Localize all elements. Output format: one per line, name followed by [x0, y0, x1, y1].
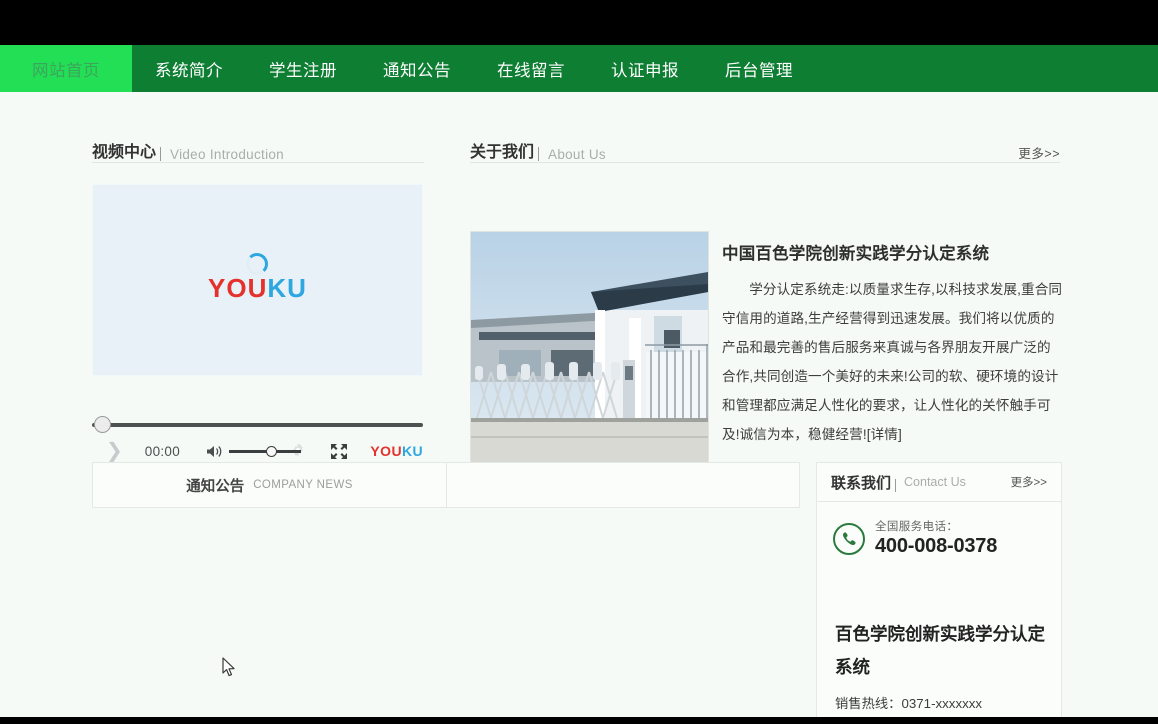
news-section: 通知公告 COMPANY NEWS [92, 462, 800, 508]
nav-item-online-message[interactable]: 在线留言 [474, 45, 588, 92]
fullscreen-icon[interactable] [330, 443, 348, 460]
about-photo [470, 231, 709, 465]
youku-logo-you: YOU [208, 273, 268, 303]
nav-item-label: 网站首页 [32, 61, 100, 80]
volume-icon[interactable] [206, 444, 223, 459]
nav-item-label: 学生注册 [269, 61, 337, 80]
video-section-header: 视频中心 Video Introduction [92, 132, 424, 163]
video-progress-bar[interactable] [92, 416, 423, 433]
youku-logo-ku: KU [267, 273, 307, 303]
youku-watermark: YOUKU [370, 443, 423, 459]
video-current-time: 00:00 [144, 443, 181, 459]
page-viewport: 网站首页 系统简介 学生注册 通知公告 在线留言 认证申报 后台管理 视频中心 … [0, 45, 1158, 717]
youku-watermark-ku: KU [401, 443, 423, 459]
volume-slider[interactable] [229, 444, 302, 458]
main-navigation: 网站首页 系统简介 学生注册 通知公告 在线留言 认证申报 后台管理 [0, 45, 1158, 92]
about-detail-link[interactable]: [详情] [867, 427, 902, 442]
nav-item-system-intro[interactable]: 系统简介 [132, 45, 246, 92]
video-section-title-cn: 视频中心 [92, 138, 162, 162]
news-tab-announcements[interactable]: 通知公告 COMPANY NEWS [93, 463, 447, 507]
play-icon[interactable]: ❯ [106, 441, 123, 461]
nav-item-label: 通知公告 [383, 61, 451, 80]
phone-icon [833, 523, 865, 555]
nav-item-certification-apply[interactable]: 认证申报 [588, 45, 702, 92]
loading-spinner-icon [245, 253, 268, 275]
contact-section: 联系我们 Contact Us 更多>> 全国服务电话： 400-008-037… [816, 462, 1062, 717]
hotline-label: 全国服务电话： [875, 521, 959, 533]
contact-title-cn: 联系我们 [831, 472, 897, 493]
video-player[interactable]: YOUKU [92, 184, 423, 376]
video-progress-track[interactable] [92, 423, 423, 427]
video-section-title-en: Video Introduction [170, 147, 284, 162]
youku-logo: YOUKU [93, 273, 422, 304]
about-section-title-cn: 关于我们 [470, 138, 540, 162]
news-tab-label-en: COMPANY NEWS [253, 479, 353, 491]
browser-chrome-bottom [0, 717, 1158, 724]
contact-more-link[interactable]: 更多>> [1011, 474, 1047, 490]
nav-item-admin[interactable]: 后台管理 [702, 45, 816, 92]
youku-watermark-you: YOU [370, 443, 402, 459]
about-body-paragraph: 学分认定系统走:以质量求生存,以科技求发展,重合同守信用的道路,生产经营得到迅速… [722, 282, 1063, 442]
page-root: 网站首页 系统简介 学生注册 通知公告 在线留言 认证申报 后台管理 视频中心 … [0, 0, 1158, 724]
news-tab-label-cn: 通知公告 [186, 478, 245, 495]
about-heading: 中国百色学院创新实践学分认定系统 [722, 245, 990, 263]
hotline-text: 全国服务电话： 400-008-0378 [875, 518, 997, 558]
contact-section-header: 联系我们 Contact Us 更多>> [817, 463, 1061, 502]
nav-item-student-register[interactable]: 学生注册 [246, 45, 360, 92]
browser-chrome-top [0, 0, 1158, 45]
volume-slider-handle[interactable] [266, 446, 278, 457]
nav-item-home[interactable]: 网站首页 [0, 45, 132, 92]
about-more-link[interactable]: 更多>> [1018, 143, 1060, 162]
about-section-title-en: About Us [548, 147, 606, 162]
hotline-row: 全国服务电话： 400-008-0378 [833, 518, 997, 558]
organization-name: 百色学院创新实践学分认定系统 [835, 624, 1045, 677]
contact-details-list: 销售热线：0371-xxxxxxx 传真：0371-xxxxxx 电子邮箱：xx… [835, 691, 1061, 717]
nav-item-label: 后台管理 [725, 61, 793, 80]
nav-item-label: 在线留言 [497, 61, 565, 80]
video-progress-handle[interactable] [94, 416, 111, 433]
contact-detail-sales: 销售热线：0371-xxxxxxx [835, 696, 983, 711]
about-section-header: 关于我们 About Us 更多>> [470, 132, 1060, 163]
volume-slider-track [229, 450, 302, 453]
nav-item-label: 认证申报 [611, 61, 679, 80]
hotline-number: 400-008-0378 [875, 535, 998, 557]
nav-item-label: 系统简介 [155, 61, 223, 80]
contact-title-en: Contact Us [904, 475, 966, 489]
page-content: 视频中心 Video Introduction 关于我们 About Us 更多… [0, 92, 1158, 717]
about-body-text: 学分认定系统走:以质量求生存,以科技求发展,重合同守信用的道路,生产经营得到迅速… [722, 275, 1064, 449]
nav-item-announcements[interactable]: 通知公告 [360, 45, 474, 92]
